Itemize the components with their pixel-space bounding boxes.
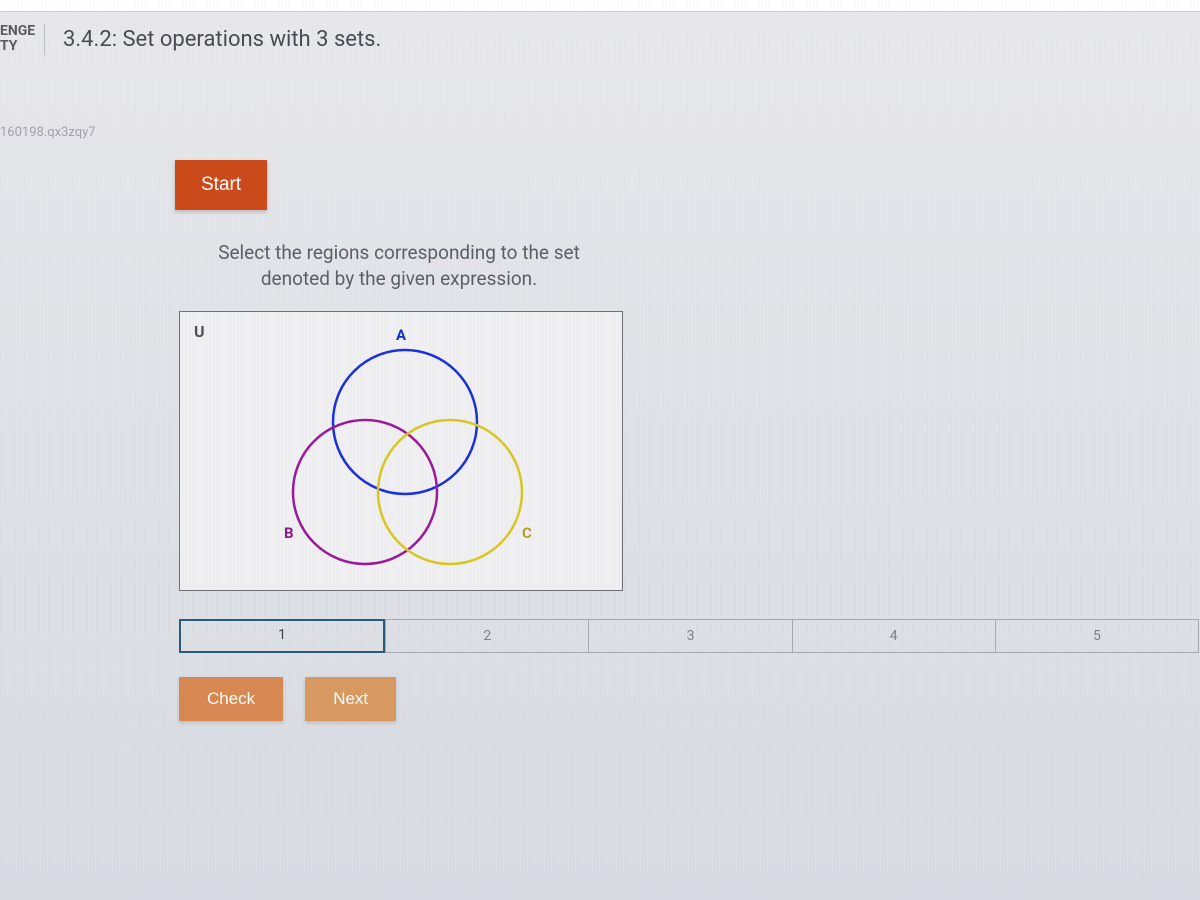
step-1[interactable]: 1 [179, 619, 385, 653]
challenge-activity-label: ENGE TY [0, 24, 45, 55]
set-c-label: C [522, 524, 532, 542]
step-3[interactable]: 3 [588, 619, 791, 653]
circle-c[interactable] [378, 420, 522, 564]
section-header: ENGE TY 3.4.2: Set operations with 3 set… [0, 24, 1200, 55]
action-button-row: Check Next [179, 677, 1200, 721]
instruction-line2: denoted by the given expression. [261, 267, 537, 290]
next-button[interactable]: Next [305, 677, 396, 721]
instruction-line1: Select the regions corresponding to the … [218, 241, 580, 264]
venn-diagram-svg[interactable] [180, 312, 624, 592]
side-label-line2: TY [0, 38, 17, 54]
activity-area: Start Select the regions corresponding t… [175, 160, 1200, 721]
venn-diagram-container[interactable]: U A B C [179, 311, 623, 591]
set-b-label: B [284, 524, 294, 542]
side-label-line1: ENGE [0, 23, 35, 39]
step-indicator: 1 2 3 4 5 [179, 619, 1199, 653]
reference-code: 160198.qx3zqy7 [0, 125, 1200, 140]
step-4[interactable]: 4 [792, 619, 995, 653]
check-button[interactable]: Check [179, 677, 283, 721]
section-title: 3.4.2: Set operations with 3 sets. [45, 27, 381, 52]
step-2[interactable]: 2 [385, 619, 588, 653]
top-toolbar-edge [0, 0, 1200, 12]
start-button[interactable]: Start [175, 160, 267, 210]
set-a-label: A [396, 326, 406, 344]
instruction-text: Select the regions corresponding to the … [179, 240, 619, 293]
step-5[interactable]: 5 [995, 619, 1199, 653]
